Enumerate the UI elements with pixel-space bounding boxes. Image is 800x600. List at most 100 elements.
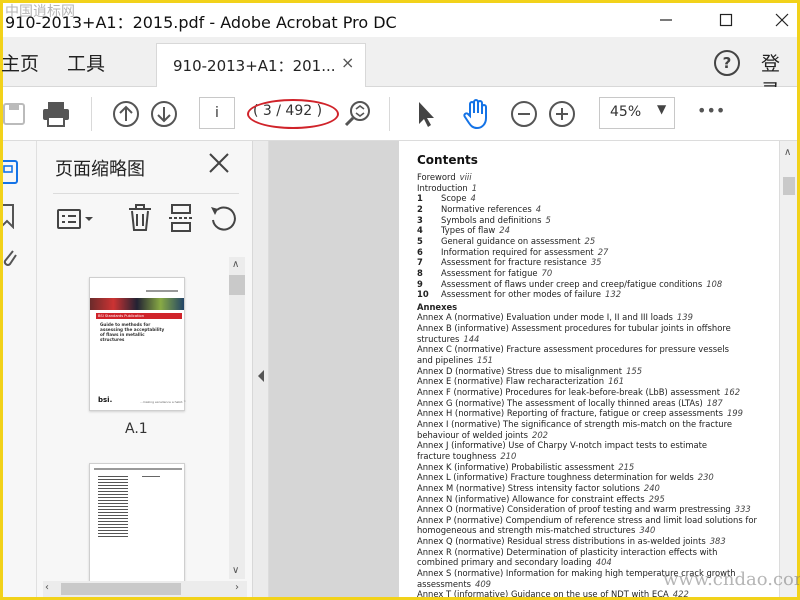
options-menu-button[interactable]: [57, 208, 95, 234]
panel-close-button[interactable]: [207, 151, 231, 179]
minimize-button[interactable]: [643, 3, 689, 37]
toc-annex-entry[interactable]: Annex N (informative) Allowance for cons…: [417, 494, 665, 504]
delete-page-button[interactable]: [127, 204, 153, 236]
toc-entry[interactable]: 10 Assessment for other modes of failure 1…: [417, 289, 621, 299]
toc-page: 4: [470, 193, 476, 204]
toc-page: 340: [639, 525, 656, 536]
next-page-button[interactable]: [145, 95, 183, 133]
document-scrollbar[interactable]: ∧: [779, 141, 797, 597]
collapse-panel-button[interactable]: [257, 367, 265, 386]
panel-collapse-gutter[interactable]: [253, 141, 269, 597]
bookmarks-nav-button[interactable]: [0, 203, 19, 233]
toc-annex-entry[interactable]: Annex E (normative) Flaw recharacterizat…: [417, 376, 624, 386]
toc-number: 6: [417, 246, 423, 257]
zoom-in-button[interactable]: [543, 95, 581, 133]
toc-annex-entry[interactable]: structures 144: [417, 334, 479, 344]
page-thumbnails-nav-button[interactable]: [0, 159, 21, 189]
maximize-button[interactable]: [703, 3, 749, 37]
toc-annex-entry[interactable]: Annex C (normative) Fracture assessment …: [417, 344, 729, 354]
toc-entry[interactable]: Introduction 1: [417, 183, 477, 193]
toc-label: Foreword: [417, 172, 456, 182]
toc-annex-entry[interactable]: Annex O (normative) Consideration of pro…: [417, 504, 751, 514]
toc-annex-entry[interactable]: Annex I (normative) The significance of …: [417, 419, 732, 429]
toc-annex-entry[interactable]: and pipelines 151: [417, 355, 493, 365]
toc-annex-entry[interactable]: Annex P (normative) Compendium of refere…: [417, 515, 757, 525]
cover-banner: BSI Standards Publication: [96, 313, 182, 319]
scroll-up-icon[interactable]: ∧: [232, 259, 239, 270]
document-tab-close-button[interactable]: ×: [341, 53, 354, 72]
toc-entry[interactable]: 3 Symbols and definitions 5: [417, 215, 551, 225]
toc-annexes-heading[interactable]: Annexes: [417, 302, 457, 312]
toc-entry[interactable]: 6 Information required for assessment 27: [417, 247, 608, 257]
toc-entry[interactable]: 4 Types of flaw 24: [417, 225, 510, 235]
document-scrollbar-thumb[interactable]: [783, 177, 795, 195]
toc-annex-entry[interactable]: Annex F (normative) Procedures for leak-…: [417, 387, 740, 397]
toc-annex-entry[interactable]: assessments 409: [417, 579, 491, 589]
toc-number: 10: [417, 289, 429, 300]
panel-scrollbar[interactable]: ∧ ∨: [229, 257, 245, 579]
scroll-left-icon[interactable]: ‹: [45, 582, 49, 593]
toc-annex-entry[interactable]: Annex B (informative) Assessment procedu…: [417, 323, 731, 333]
select-tool-button[interactable]: [407, 95, 445, 133]
page-thumbnail-2[interactable]: [89, 463, 185, 587]
find-button[interactable]: [339, 95, 377, 133]
toc-entry[interactable]: 9 Assessment of flaws under creep and cre…: [417, 279, 722, 289]
toc-number: 7: [417, 257, 423, 268]
scroll-right-icon[interactable]: ›: [235, 582, 239, 593]
toc-annex-entry[interactable]: Annex J (informative) Use of Charpy V-no…: [417, 440, 707, 450]
save-button[interactable]: [0, 95, 33, 133]
document-tab[interactable]: 910-2013+A1：201... ×: [156, 43, 366, 87]
toc-annex-entry[interactable]: Annex L (informative) Fracture toughness…: [417, 472, 714, 482]
toc-entry[interactable]: 1 Scope 4: [417, 193, 476, 203]
toc-entry[interactable]: 8 Assessment for fatigue 70: [417, 268, 552, 278]
previous-page-button[interactable]: [107, 95, 145, 133]
toc-annex-entry[interactable]: combined primary and secondary loading 40…: [417, 557, 612, 567]
toc-annex-entry[interactable]: Annex A (normative) Evaluation under mod…: [417, 312, 693, 322]
scroll-down-icon[interactable]: ∨: [232, 565, 239, 576]
insert-page-button[interactable]: [169, 204, 193, 236]
toolbar-separator: [91, 97, 92, 131]
close-button[interactable]: [759, 3, 800, 37]
menu-tools[interactable]: 工具: [67, 49, 105, 76]
toc-annex-entry[interactable]: Annex K (informative) Probabilistic asse…: [417, 462, 634, 472]
toc-annex-entry[interactable]: Annex M (normative) Stress intensity fac…: [417, 483, 660, 493]
print-icon: [43, 102, 69, 127]
zoom-select[interactable]: 45% ▼: [599, 97, 675, 129]
toc-annex-entry[interactable]: Annex D (normative) Stress due to misali…: [417, 366, 642, 376]
toc-annex-entry[interactable]: Annex R (normative) Determination of pla…: [417, 547, 717, 557]
toc-annex-entry[interactable]: Annex H (normative) Reporting of fractur…: [417, 408, 743, 418]
attachments-nav-button[interactable]: [3, 245, 19, 275]
toc-label: Annex P (normative) Compendium of refere…: [417, 514, 757, 525]
toc-label: General guidance on assessment: [441, 235, 581, 246]
panel-horizontal-scrollbar[interactable]: ‹ ›: [43, 581, 247, 597]
minimize-icon: [660, 19, 672, 21]
toc-annex-entry[interactable]: homogeneous and strength mis-matched str…: [417, 525, 655, 535]
contents-heading: Contents: [417, 153, 478, 167]
zoom-out-button[interactable]: [505, 95, 543, 133]
toc-page: 25: [584, 235, 596, 246]
help-button[interactable]: ?: [713, 49, 741, 81]
hand-tool-button[interactable]: [457, 95, 495, 133]
page-number-input[interactable]: i: [199, 97, 235, 129]
toc-entry[interactable]: 5 General guidance on assessment 25: [417, 236, 595, 246]
print-button[interactable]: [37, 95, 75, 133]
toc-number: 2: [417, 203, 423, 214]
toc-annex-entry[interactable]: Annex T (informative) Guidance on the us…: [417, 589, 689, 597]
scroll-up-icon[interactable]: ∧: [784, 147, 791, 158]
more-tools-button[interactable]: •••: [697, 101, 725, 120]
panel-toolbar: [53, 193, 239, 239]
toc-entry[interactable]: 7 Assessment for fracture resistance 35: [417, 257, 602, 267]
horizontal-scrollbar-thumb[interactable]: [61, 583, 181, 595]
page-thumbnail-1[interactable]: BSI Standards Publication Guide to metho…: [89, 277, 186, 411]
toc-annex-entry[interactable]: fracture toughness 210: [417, 451, 516, 461]
toc-annex-entry[interactable]: Annex G (normative) The assessment of lo…: [417, 398, 723, 408]
toc-annex-entry[interactable]: Annex Q (normative) Residual stress dist…: [417, 536, 726, 546]
rotate-page-button[interactable]: [209, 204, 237, 236]
panel-scrollbar-thumb[interactable]: [229, 275, 245, 295]
menu-home[interactable]: 主页: [1, 49, 39, 76]
toc-entry[interactable]: 2 Normative references 4: [417, 204, 541, 214]
document-viewport[interactable]: Contents Foreword viii Introduction 1 1 Scope…: [269, 141, 779, 597]
toc-entry[interactable]: Foreword viii: [417, 172, 472, 182]
toc-label: Annex R (normative) Determination of pla…: [417, 546, 718, 557]
toc-annex-entry[interactable]: behaviour of welded joints 202: [417, 430, 548, 440]
